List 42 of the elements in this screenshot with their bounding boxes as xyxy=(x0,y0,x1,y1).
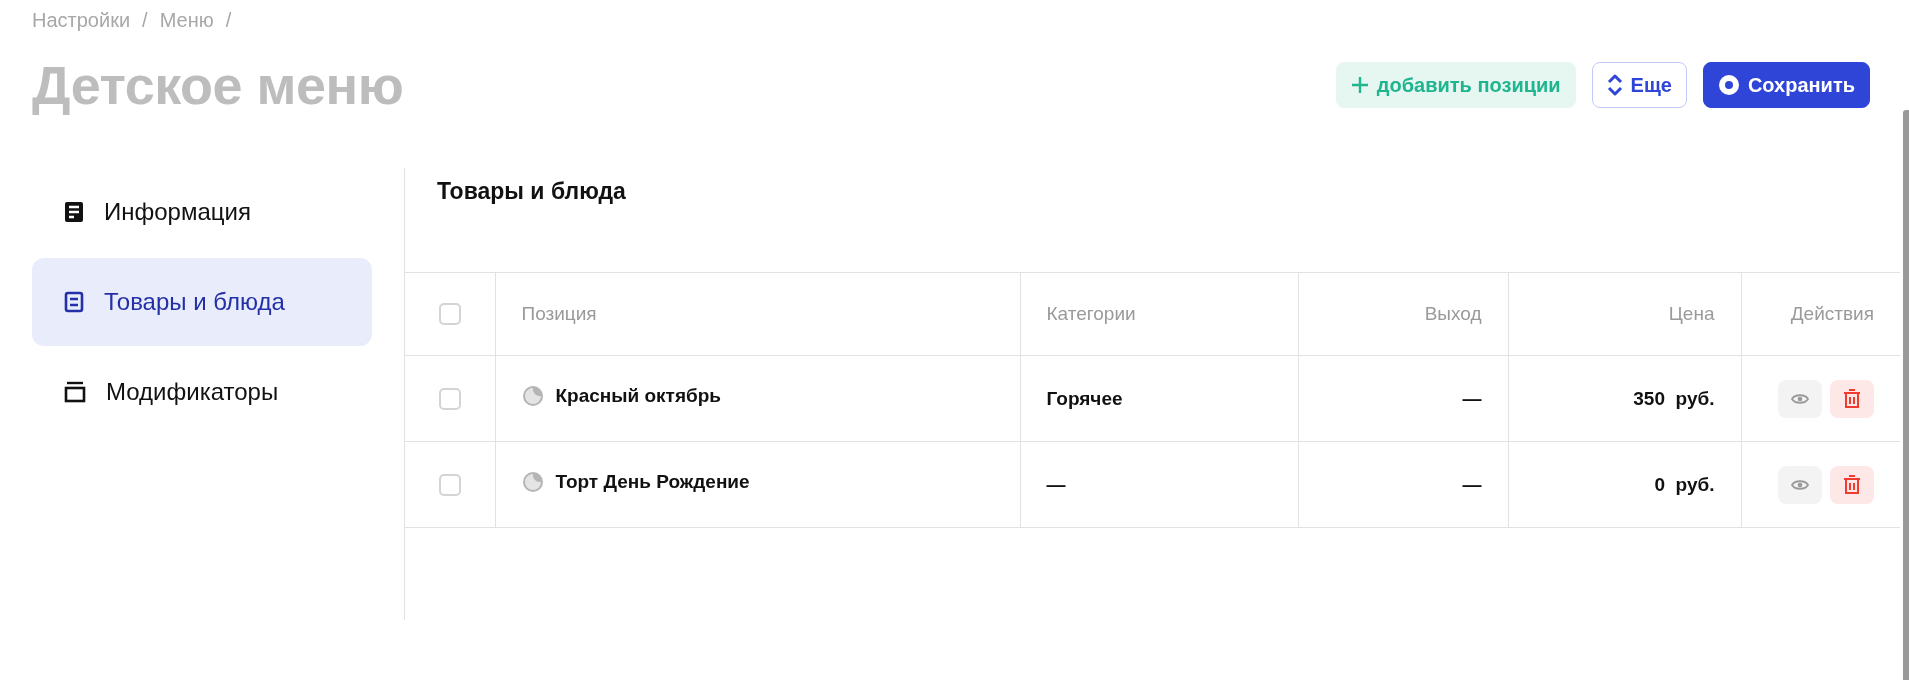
eye-icon xyxy=(1791,392,1809,405)
table-cell: Горячее xyxy=(1046,387,1123,409)
item-name: Торт День Рождение xyxy=(555,471,750,493)
price: 350 руб. xyxy=(1633,387,1715,409)
record-icon xyxy=(1717,74,1740,96)
half-moon-icon xyxy=(521,471,544,493)
chevron-up-down-icon xyxy=(1606,74,1623,96)
section-title: Товары и блюда xyxy=(436,177,627,206)
trash-icon xyxy=(1843,474,1861,495)
view-button[interactable] xyxy=(1778,379,1822,418)
delete-button[interactable] xyxy=(1830,379,1874,418)
table-cell: — xyxy=(1462,387,1482,409)
column-header: Категории xyxy=(1046,303,1136,324)
stacked-frame-icon xyxy=(64,381,86,403)
save-button[interactable]: Сохранить xyxy=(1702,62,1870,108)
eye-icon xyxy=(1791,478,1809,491)
view-button[interactable] xyxy=(1778,465,1822,504)
item-name: Красный октябрь xyxy=(555,385,722,407)
scrollbar[interactable] xyxy=(1903,110,1909,680)
trash-icon xyxy=(1843,388,1861,409)
price: 0 руб. xyxy=(1654,473,1715,495)
checkbox[interactable] xyxy=(438,303,461,326)
checkbox[interactable] xyxy=(438,388,461,410)
column-header: Цена xyxy=(1668,303,1715,324)
plus-icon xyxy=(1350,76,1369,94)
list-icon xyxy=(64,291,84,313)
sidebar-item[interactable]: Информация xyxy=(32,168,372,256)
more-button[interactable]: Еще xyxy=(1591,62,1687,108)
column-header: Позиция xyxy=(521,303,597,324)
breadcrumb-separator: / xyxy=(142,8,148,32)
document-icon xyxy=(64,201,84,223)
checkbox[interactable] xyxy=(438,474,461,496)
half-moon-icon xyxy=(521,385,544,407)
column-header: Выход xyxy=(1424,303,1482,324)
sidebar-item[interactable]: Модификаторы xyxy=(32,348,372,436)
table-cell: — xyxy=(1462,473,1482,495)
delete-button[interactable] xyxy=(1830,465,1874,504)
table-cell: — xyxy=(1046,473,1066,495)
column-header: Действия xyxy=(1790,303,1874,324)
breadcrumb-separator: / xyxy=(225,8,232,32)
sidebar-item[interactable]: Товары и блюда xyxy=(32,258,372,346)
page-title: Детское меню xyxy=(32,54,404,116)
